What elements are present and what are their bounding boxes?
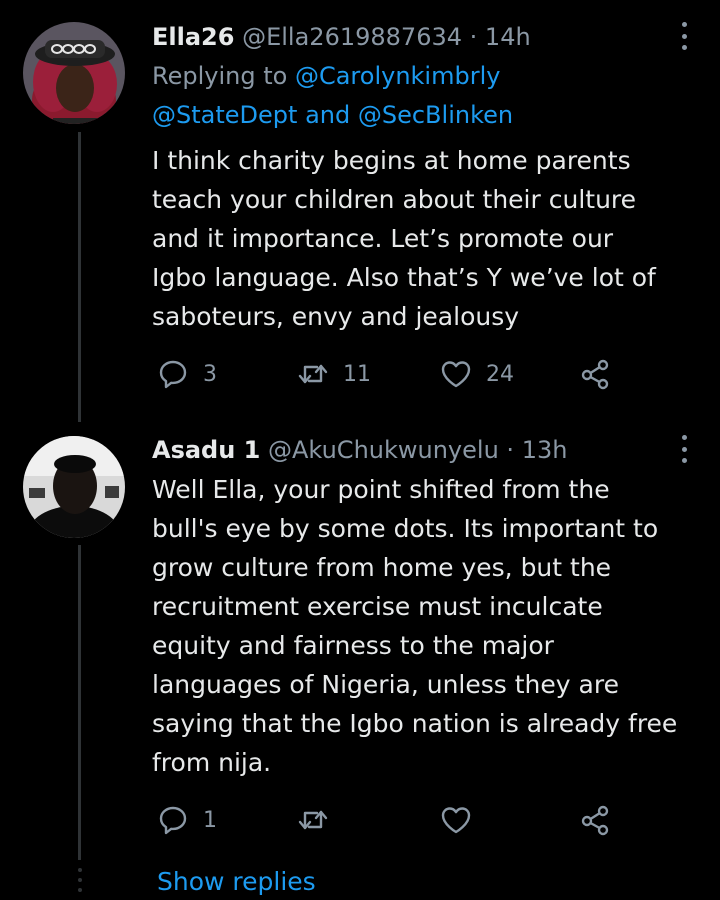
user-handle[interactable]: @AkuChukwunyelu [268, 436, 499, 464]
tweet-text-line: grow culture from home yes, but the [152, 553, 612, 582]
thread-dots-icon [77, 868, 83, 892]
tweet-text-line: Well Ella, your point shifted from the [152, 475, 610, 504]
retweet-button[interactable]: 11 [297, 357, 371, 391]
display-name[interactable]: Ella26 [152, 23, 234, 51]
show-replies-link[interactable]: Show replies [157, 864, 316, 900]
tweet-text-line: recruitment exercise must inculcate [152, 592, 603, 621]
mention-link[interactable]: @SecBlinken [358, 101, 513, 129]
tweet-text-line: Igbo language. Also that’s Y we’ve lot o… [152, 263, 656, 292]
tweet-text-line: saboteurs, envy and jealousy [152, 302, 520, 331]
like-button[interactable]: 24 [440, 357, 514, 391]
thread-line-bottom [78, 545, 81, 860]
timestamp[interactable]: 14h [485, 23, 531, 51]
more-icon-dot [681, 435, 687, 440]
tweet-text-line: teach your children about their culture [152, 185, 637, 214]
replying-to: Replying to @Carolynkimbrly [152, 57, 500, 96]
tweet-text-line: saying that the Igbo nation is already f… [152, 709, 678, 738]
more-options-button[interactable] [678, 435, 690, 463]
tweet-text-line: bull's eye by some dots. Its important t… [152, 514, 659, 543]
tweet-header: Asadu 1 @AkuChukwunyelu · 13h [152, 433, 567, 467]
reply-button[interactable]: 3 [157, 357, 217, 391]
more-options-button[interactable] [678, 22, 690, 50]
thread-dot [78, 878, 82, 882]
reply-icon [159, 806, 187, 835]
mention-link[interactable]: @StateDept [152, 101, 297, 129]
display-name[interactable]: Asadu 1 [152, 436, 260, 464]
tweet-text-line: equity and fairness to the major [152, 631, 554, 660]
separator: · [506, 436, 515, 464]
thread-dot [78, 888, 82, 892]
retweet-icon [298, 810, 328, 830]
tweet-text-line: languages of Nigeria, unless they are [152, 670, 619, 699]
tweet-text-line: and it importance. Let’s promote our [152, 224, 614, 253]
more-icon-dot [681, 22, 687, 27]
share-button[interactable] [579, 357, 611, 391]
tweet-text: I think charity begins at home parents t… [152, 141, 697, 336]
mention-and: and [305, 101, 351, 129]
retweet-button[interactable] [297, 803, 329, 837]
avatar-ella26[interactable] [23, 22, 125, 124]
tweet-text: Well Ella, your point shifted from the b… [152, 470, 697, 782]
avatar-asadu1[interactable] [23, 436, 125, 538]
like-button[interactable] [440, 803, 472, 837]
retweet-count: 11 [343, 361, 371, 387]
retweet-icon [298, 364, 328, 384]
share-icon [581, 805, 609, 836]
like-count: 24 [486, 361, 514, 387]
reply-count: 3 [203, 361, 217, 387]
share-icon [581, 359, 609, 390]
share-button[interactable] [579, 803, 611, 837]
thread-dot [78, 868, 82, 872]
replying-to-line2: @StateDept and @SecBlinken [152, 96, 513, 135]
reply-count: 1 [203, 807, 217, 833]
tweet-header: Ella26 @Ella2619887634 · 14h [152, 20, 531, 54]
timestamp[interactable]: 13h [522, 436, 568, 464]
reply-button[interactable]: 1 [157, 803, 217, 837]
mention-link[interactable]: @Carolynkimbrly [295, 62, 501, 90]
tweet-text-line: from nija. [152, 748, 272, 777]
replying-to-label: Replying to [152, 62, 288, 90]
like-icon [441, 361, 471, 388]
more-icon-dot [681, 458, 687, 463]
more-icon-dot [681, 33, 687, 39]
more-icon-dot [681, 45, 687, 50]
thread-line-top [78, 132, 81, 422]
tweet-text-line: I think charity begins at home parents [152, 146, 631, 175]
separator: · [469, 23, 478, 51]
like-icon [441, 807, 471, 834]
user-handle[interactable]: @Ella2619887634 [242, 23, 462, 51]
reply-icon [159, 360, 187, 389]
more-icon-dot [681, 446, 687, 452]
